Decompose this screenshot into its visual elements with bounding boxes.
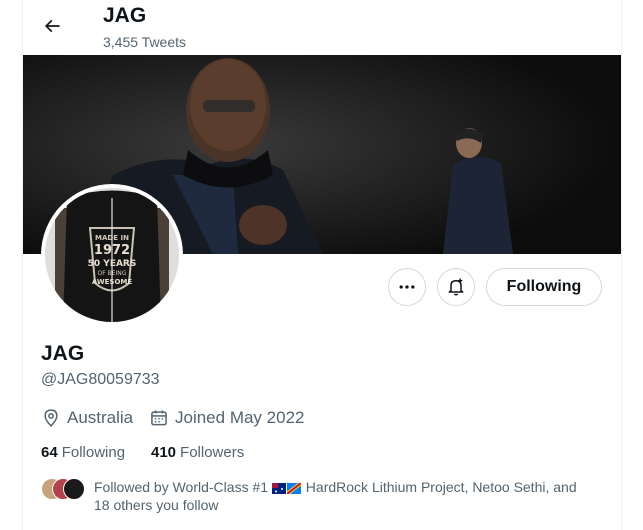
profile-display-name: JAG [41, 342, 85, 365]
calendar-icon [151, 410, 167, 426]
profile-avatar[interactable]: MADE IN 1972 50 YEARS OF BEING AWESOME [41, 184, 183, 326]
following-stat-label: Following [61, 444, 126, 461]
profile-joined-date: Joined May 2022 [149, 408, 304, 428]
header-display-name: JAG [103, 4, 147, 27]
followers-count: 410 [151, 444, 177, 461]
back-arrow-icon [44, 19, 60, 33]
followers-stat-label: Followers [180, 444, 245, 461]
header-tweet-count: 3,455 Tweets [103, 34, 187, 50]
followed-by-line2: 18 others you follow [94, 497, 219, 513]
following-stat[interactable]: 64 Following [41, 444, 125, 461]
notification-bell-icon [448, 278, 464, 296]
dr-congo-flag-icon [286, 483, 301, 494]
more-options-button[interactable] [388, 268, 426, 306]
notifications-button[interactable] [437, 268, 475, 306]
followed-by-prefix: Followed by World-Class #1 [94, 479, 272, 495]
followed-by-avatars[interactable] [41, 478, 85, 500]
australia-flag-icon [271, 483, 286, 494]
location-pin-icon [44, 409, 58, 427]
following-count: 64 [41, 444, 58, 461]
more-icon [399, 285, 415, 289]
profile-location: Australia [41, 408, 133, 428]
avatar-image: MADE IN 1972 50 YEARS OF BEING AWESOME [45, 188, 179, 322]
joined-text: Joined May 2022 [175, 408, 305, 427]
followed-by-rest: HardRock Lithium Project, Netoo Sethi, a… [301, 479, 577, 495]
followed-by-text[interactable]: Followed by World-Class #1 HardRock Lith… [94, 478, 614, 514]
profile-handle: @JAG80059733 [41, 371, 160, 388]
location-text: Australia [67, 408, 134, 427]
profile-column: JAG 3,455 Tweets MADE IN 1972 50 YEARS O… [22, 0, 622, 530]
follower-avatar [63, 478, 85, 500]
back-button[interactable] [35, 9, 69, 43]
following-button[interactable]: Following [486, 268, 602, 306]
followers-stat[interactable]: 410 Followers [151, 444, 244, 461]
profile-header-bar: JAG 3,455 Tweets [23, 0, 621, 55]
